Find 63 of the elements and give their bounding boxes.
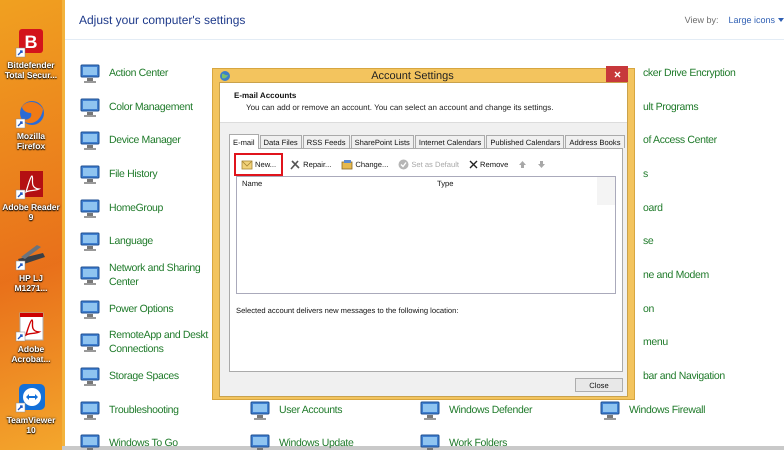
control-panel-link[interactable]: on — [643, 302, 654, 316]
monitor-icon — [79, 331, 101, 354]
monitor-icon — [79, 398, 101, 421]
control-panel-link[interactable]: Windows To Go — [109, 436, 178, 450]
section-title: E-mail Accounts — [234, 91, 298, 100]
section-description: You can add or remove an account. You can select an account and change its settings. — [246, 103, 554, 112]
control-panel-link[interactable]: HomeGroup — [109, 200, 164, 215]
control-panel-link[interactable]: Network and Sharing Center — [109, 260, 200, 289]
control-panel-link[interactable]: File History — [109, 166, 158, 181]
globe-icon — [219, 70, 231, 82]
monitor-icon — [79, 96, 101, 118]
scrollbar-track[interactable] — [597, 177, 615, 205]
control-panel-link[interactable]: Storage Spaces — [109, 369, 179, 384]
control-panel-link[interactable]: Windows Defender — [449, 402, 532, 417]
view-by-label: View by: — [684, 14, 718, 24]
control-panel-link[interactable]: s — [643, 166, 648, 181]
monitor-icon — [79, 298, 101, 320]
page-heading: Adjust your computer's settings — [79, 12, 246, 26]
control-panel-link[interactable]: of Access Center — [643, 133, 717, 148]
dialog-title: Account Settings — [370, 70, 455, 82]
monitor-icon — [249, 398, 271, 421]
monitor-icon — [79, 365, 101, 388]
monitor-icon — [79, 264, 101, 286]
control-panel-link[interactable]: menu — [643, 335, 668, 350]
control-panel-link[interactable]: Power Options — [109, 302, 174, 316]
control-panel-link[interactable]: Troubleshooting — [109, 402, 179, 417]
control-panel-link[interactable]: se — [643, 234, 654, 248]
control-panel-link[interactable]: Language — [109, 234, 153, 248]
control-panel-link[interactable]: Work Folders — [449, 436, 508, 450]
monitor-icon — [79, 129, 101, 152]
control-panel-link[interactable]: RemoteApp and Deskt Connections — [109, 328, 208, 356]
monitor-icon — [419, 398, 441, 421]
control-panel-link[interactable]: bar and Navigation — [643, 369, 725, 384]
view-by-dropdown[interactable]: Large icons — [728, 14, 784, 24]
control-panel-link[interactable]: Action Center — [109, 66, 168, 80]
desktop-icon-label[interactable]: HP LJ M1271... — [2, 273, 60, 293]
monitor-icon — [79, 230, 101, 252]
monitor-icon — [599, 398, 621, 421]
control-panel-link[interactable]: Windows Update — [279, 436, 354, 450]
control-panel-link[interactable]: oard — [643, 200, 663, 215]
control-panel-link[interactable]: Device Manager — [109, 133, 181, 148]
check-circle-icon — [398, 158, 410, 170]
up-arrow-icon — [518, 160, 528, 168]
monitor-icon — [79, 62, 101, 84]
double-arrow-icon[interactable] — [15, 383, 47, 413]
control-panel-link[interactable]: ult Programs — [643, 100, 698, 114]
monitor-icon — [79, 162, 101, 185]
desktop-icon-label[interactable]: Adobe Reader 9 — [2, 202, 60, 222]
close-icon — [614, 70, 620, 78]
globe-icon[interactable] — [15, 99, 47, 129]
close-button[interactable] — [606, 66, 628, 82]
control-panel-link[interactable]: Color Management — [109, 100, 193, 114]
control-panel-link[interactable]: Windows Firewall — [629, 402, 706, 417]
monitor-icon — [249, 432, 271, 450]
close-icon — [469, 160, 478, 168]
control-panel-link[interactable]: cker Drive Encryption — [643, 66, 736, 80]
caret-icon — [778, 18, 784, 22]
down-arrow-icon — [537, 160, 546, 168]
monitor-icon — [79, 196, 101, 219]
monitor-icon — [79, 432, 101, 450]
control-panel-link[interactable]: ne and Modem — [643, 268, 709, 282]
monitor-icon — [419, 432, 441, 450]
control-panel-link[interactable]: User Accounts — [279, 402, 342, 417]
